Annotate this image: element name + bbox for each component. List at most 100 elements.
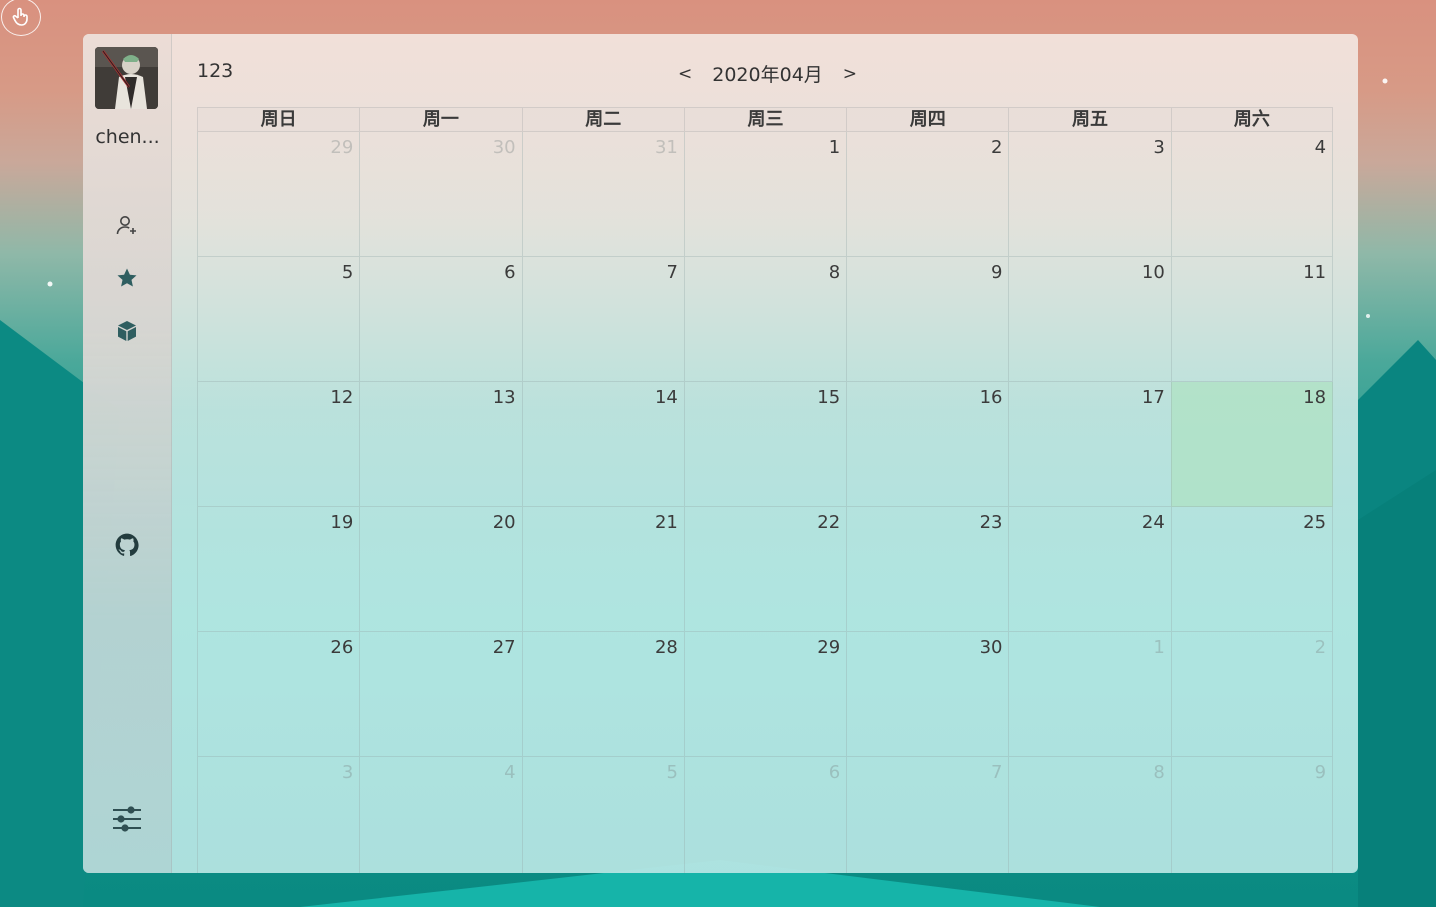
day-number: 22	[817, 512, 841, 533]
next-month-button[interactable]: >	[837, 64, 863, 84]
weekday-label: 周日	[197, 107, 360, 132]
calendar-day-cell[interactable]: 30	[359, 132, 522, 257]
day-number: 1	[828, 137, 841, 158]
weekday-label: 周一	[359, 107, 522, 132]
day-number: 10	[1141, 262, 1165, 283]
calendar-day-cell[interactable]: 1	[683, 132, 847, 257]
day-number: 4	[1314, 137, 1327, 158]
calendar-day-cell[interactable]: 20	[359, 507, 522, 632]
day-number: 6	[504, 262, 516, 283]
day-number: 3	[1153, 137, 1165, 158]
weekday-label: 周二	[521, 107, 684, 132]
calendar-day-cell[interactable]: 3	[197, 757, 359, 873]
day-number: 18	[1303, 387, 1327, 408]
calendar-day-cell[interactable]: 7	[846, 757, 1008, 873]
weekday-label: 周五	[1008, 107, 1171, 132]
star-icon[interactable]	[112, 263, 142, 293]
day-number: 25	[1303, 512, 1327, 533]
calendar-day-cell[interactable]: 4	[359, 757, 521, 873]
day-number: 13	[492, 387, 516, 408]
day-number: 2	[1314, 637, 1327, 658]
calendar-day-cell[interactable]: 31	[521, 132, 684, 257]
calendar-day-cell[interactable]: 21	[521, 507, 684, 632]
app-window: chen... 123 < 2020年04月 > 周日 周一 周二 周三 周四 …	[83, 34, 1358, 873]
cube-icon[interactable]	[112, 316, 142, 346]
day-number: 29	[330, 137, 354, 158]
calendar-day-cell[interactable]: 3	[1008, 132, 1171, 257]
calendar-day-cell[interactable]: 19	[197, 507, 360, 632]
day-number: 31	[654, 137, 678, 158]
calendar-day-cell[interactable]: 5	[197, 257, 360, 382]
day-number: 16	[979, 387, 1003, 408]
day-number: 14	[654, 387, 678, 408]
day-number: 7	[991, 762, 1003, 783]
calendar-day-cell[interactable]: 8	[1008, 757, 1170, 873]
day-number: 23	[979, 512, 1003, 533]
day-number: 5	[666, 762, 678, 783]
calendar: 周日 周一 周二 周三 周四 周五 周六 29 30 31 1 2 3 4 5 6 7 8 9 10 11…	[197, 107, 1334, 873]
add-user-icon[interactable]	[112, 210, 142, 240]
day-number: 2	[991, 137, 1003, 158]
avatar[interactable]	[95, 47, 158, 109]
calendar-day-cell[interactable]: 2	[1170, 632, 1334, 757]
calendar-day-cell[interactable]: 25	[1170, 507, 1334, 632]
day-number: 30	[492, 137, 516, 158]
weekday-header: 周日 周一 周二 周三 周四 周五 周六	[197, 107, 1333, 132]
calendar-day-cell[interactable]: 12	[197, 382, 360, 507]
day-number: 11	[1303, 262, 1327, 283]
calendar-day-cell[interactable]: 9	[1170, 757, 1334, 873]
calendar-day-cell[interactable]: 29	[683, 632, 847, 757]
day-number: 27	[492, 637, 516, 658]
day-number: 21	[654, 512, 678, 533]
calendar-day-cell[interactable]: 24	[1008, 507, 1171, 632]
calendar-day-cell[interactable]: 5	[521, 757, 684, 873]
day-number: 9	[991, 262, 1003, 283]
day-number: 28	[654, 637, 678, 658]
calendar-day-cell[interactable]: 17	[1008, 382, 1171, 507]
calendar-day-cell[interactable]: 28	[521, 632, 684, 757]
calendar-day-cell[interactable]: 26	[197, 632, 360, 757]
day-number: 7	[666, 262, 678, 283]
calendar-day-cell[interactable]: 16	[846, 382, 1009, 507]
calendar-grid: 29 30 31 1 2 3 4 5 6 7 8 9 10 11 12 13 14 15 16 17 18 19 20 21 2…	[197, 132, 1334, 873]
day-number: 19	[330, 512, 354, 533]
weekday-label: 周四	[846, 107, 1009, 132]
settings-sliders-icon[interactable]	[109, 802, 145, 838]
sidebar: chen...	[83, 34, 172, 873]
current-month-label: 2020年04月	[712, 64, 823, 86]
calendar-day-cell[interactable]: 7	[521, 257, 684, 382]
day-number: 8	[1153, 762, 1165, 783]
calendar-day-cell[interactable]: 6	[683, 757, 846, 873]
day-number: 17	[1141, 387, 1165, 408]
calendar-day-cell[interactable]: 22	[683, 507, 847, 632]
calendar-day-cell[interactable]: 23	[846, 507, 1009, 632]
calendar-day-cell[interactable]: 8	[683, 257, 847, 382]
github-icon[interactable]	[112, 530, 142, 560]
day-number: 24	[1141, 512, 1165, 533]
calendar-day-cell[interactable]: 2	[846, 132, 1009, 257]
calendar-day-cell[interactable]: 18	[1170, 382, 1334, 507]
calendar-day-cell[interactable]: 15	[683, 382, 847, 507]
day-number: 9	[1314, 762, 1327, 783]
calendar-day-cell[interactable]: 14	[521, 382, 684, 507]
weekday-label: 周六	[1170, 107, 1333, 132]
calendar-day-cell[interactable]: 9	[846, 257, 1009, 382]
month-navigator: < 2020年04月 >	[672, 60, 863, 87]
calendar-day-cell[interactable]: 1	[1008, 632, 1171, 757]
calendar-day-cell[interactable]: 29	[197, 132, 360, 257]
calendar-day-cell[interactable]: 6	[359, 257, 522, 382]
day-number: 3	[341, 762, 354, 783]
day-number: 4	[504, 762, 516, 783]
day-number: 15	[817, 387, 841, 408]
calendar-day-cell[interactable]: 11	[1170, 257, 1334, 382]
username-label: chen...	[95, 126, 160, 148]
calendar-day-cell[interactable]: 13	[359, 382, 522, 507]
calendar-day-cell[interactable]: 4	[1170, 132, 1334, 257]
calendar-day-cell[interactable]: 10	[1008, 257, 1171, 382]
calendar-day-cell[interactable]: 27	[359, 632, 522, 757]
weekday-label: 周三	[683, 107, 847, 132]
calendar-day-cell[interactable]: 30	[846, 632, 1009, 757]
page-title: 123	[197, 60, 234, 82]
prev-month-button[interactable]: <	[672, 64, 698, 84]
day-number: 29	[817, 637, 841, 658]
